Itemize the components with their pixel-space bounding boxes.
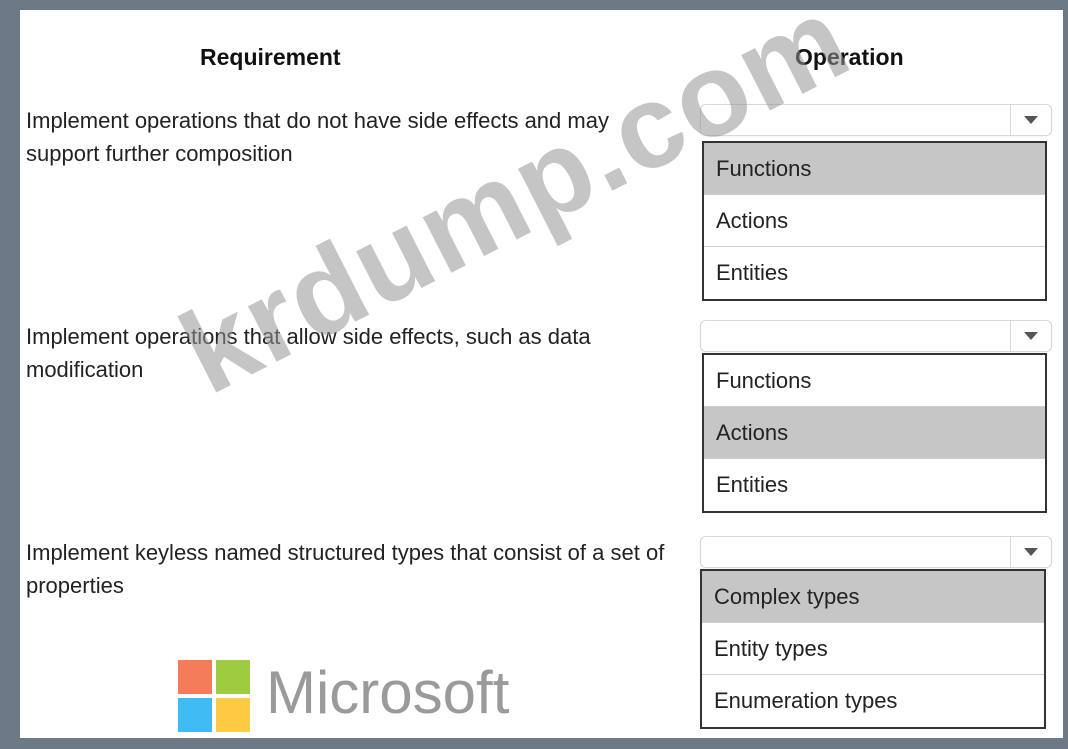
requirement-header: Requirement: [200, 44, 341, 70]
option-actions[interactable]: Actions: [704, 195, 1045, 247]
options-list-2: Functions Actions Entities: [702, 353, 1047, 513]
chevron-down-icon: [1024, 332, 1038, 340]
option-functions[interactable]: Functions: [704, 143, 1045, 195]
options-list-1: Functions Actions Entities: [702, 141, 1047, 301]
chevron-down-icon: [1024, 548, 1038, 556]
operation-dropdown-2[interactable]: [700, 320, 1052, 352]
requirement-text-1: Implement operations that do not have si…: [26, 108, 609, 166]
option-actions[interactable]: Actions: [704, 407, 1045, 459]
option-complex-types[interactable]: Complex types: [702, 571, 1044, 623]
requirement-text-3: Implement keyless named structured types…: [26, 540, 665, 598]
logo-square-green: [216, 660, 250, 694]
options-list-3: Complex types Entity types Enumeration t…: [700, 569, 1046, 729]
chevron-down-icon: [1024, 116, 1038, 124]
option-functions[interactable]: Functions: [704, 355, 1045, 407]
windows-logo-icon: [178, 660, 250, 732]
dropdown-toggle-2[interactable]: [1010, 321, 1051, 351]
option-entities[interactable]: Entities: [704, 459, 1045, 511]
operation-dropdown-1[interactable]: [700, 104, 1052, 136]
option-entities[interactable]: Entities: [704, 247, 1045, 299]
logo-square-blue: [178, 698, 212, 732]
logo-square-yellow: [216, 698, 250, 732]
dropdown-toggle-1[interactable]: [1010, 105, 1051, 135]
microsoft-logo: Microsoft: [178, 659, 578, 740]
option-enumeration-types[interactable]: Enumeration types: [702, 675, 1044, 727]
logo-square-red: [178, 660, 212, 694]
operation-header: Operation: [795, 44, 904, 70]
dropdown-toggle-3[interactable]: [1010, 537, 1051, 567]
microsoft-logo-text: Microsoft: [266, 659, 510, 726]
option-entity-types[interactable]: Entity types: [702, 623, 1044, 675]
requirement-text-2: Implement operations that allow side eff…: [26, 324, 591, 382]
operation-dropdown-3[interactable]: [700, 536, 1052, 568]
